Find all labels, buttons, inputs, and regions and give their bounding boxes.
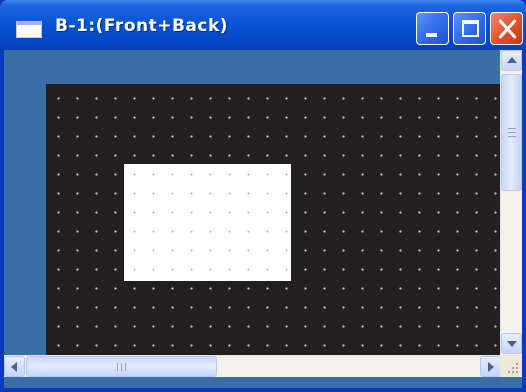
client-area: [4, 50, 522, 388]
title-bar[interactable]: B-1:(Front+Back): [0, 0, 526, 50]
horizontal-scroll-thumb[interactable]: [26, 356, 217, 377]
maximize-icon: [462, 20, 479, 37]
arrow-up-icon: [507, 57, 517, 63]
white-rectangle-object[interactable]: [124, 164, 291, 281]
horizontal-scrollbar[interactable]: [4, 355, 501, 377]
drawing-canvas[interactable]: [46, 84, 500, 355]
maximize-button[interactable]: [453, 12, 486, 45]
grip-icon: [117, 363, 126, 371]
arrow-down-icon: [507, 341, 517, 347]
vertical-scrollbar[interactable]: [500, 50, 522, 355]
arrow-left-icon: [11, 362, 17, 372]
grip-icon: [508, 128, 516, 137]
scroll-down-button[interactable]: [501, 333, 522, 354]
close-icon: [497, 17, 518, 41]
close-button[interactable]: [490, 12, 523, 45]
minimize-button[interactable]: [416, 12, 449, 45]
workspace: [4, 50, 500, 355]
window-title: B-1:(Front+Back): [55, 16, 229, 36]
minimize-icon: [426, 33, 437, 37]
arrow-right-icon: [488, 362, 494, 372]
scroll-right-button[interactable]: [480, 356, 501, 377]
window-icon[interactable]: [16, 21, 42, 38]
scroll-left-button[interactable]: [4, 356, 25, 377]
resize-grip-icon[interactable]: [500, 355, 522, 377]
app-window: B-1:(Front+Back): [0, 0, 526, 392]
vertical-scroll-thumb[interactable]: [501, 74, 522, 191]
scroll-up-button[interactable]: [501, 50, 522, 71]
